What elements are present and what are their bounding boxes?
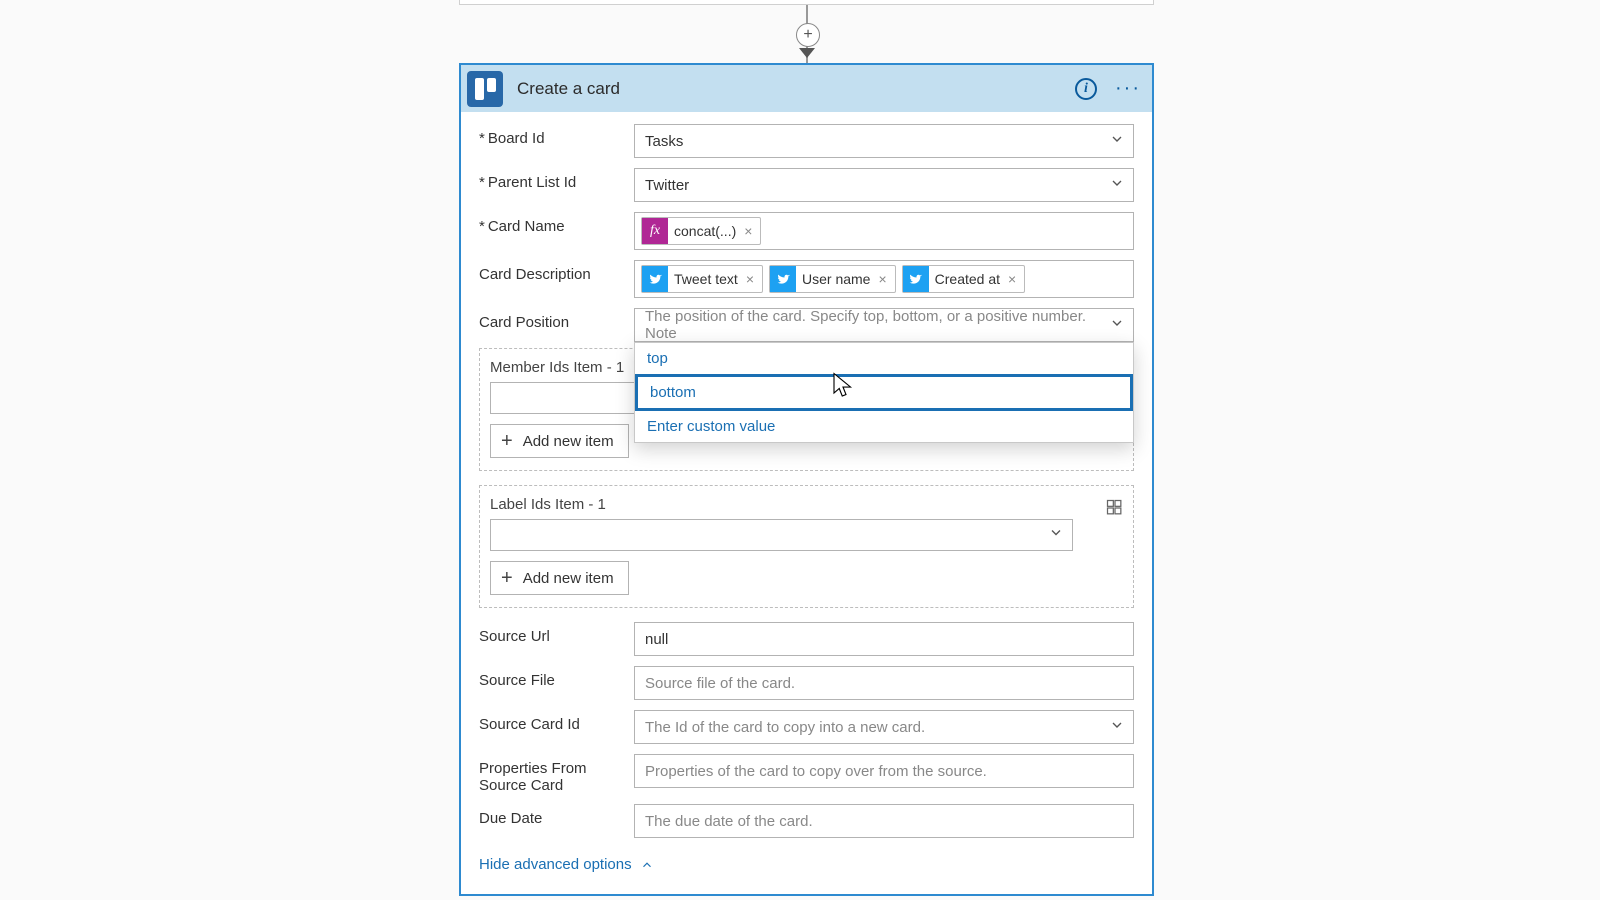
twitter-icon — [770, 266, 796, 292]
row-parent-list-id: Parent List Id Twitter — [479, 168, 1134, 202]
label-props-from-source: Properties From Source Card — [479, 754, 634, 794]
add-item-label: Add new item — [523, 570, 614, 587]
chevron-down-icon — [1109, 717, 1125, 737]
label-source-card-id: Source Card Id — [479, 710, 634, 733]
chevron-down-icon — [1109, 175, 1125, 195]
remove-token-icon[interactable]: × — [742, 271, 758, 287]
switch-array-icon[interactable] — [1103, 496, 1127, 520]
connector-arrow-icon — [799, 48, 815, 58]
input-card-name[interactable]: fx concat(...) × — [634, 212, 1134, 250]
row-source-url: Source Url null — [479, 622, 1134, 656]
add-label-item-button[interactable]: + Add new item — [490, 561, 629, 595]
row-card-name: Card Name fx concat(...) × — [479, 212, 1134, 250]
trello-icon — [467, 71, 503, 107]
chevron-down-icon — [1109, 315, 1125, 335]
fx-icon: fx — [642, 218, 668, 244]
select-card-position-placeholder: The position of the card. Specify top, b… — [645, 308, 1103, 342]
input-source-url[interactable]: null — [634, 622, 1134, 656]
select-source-card-id[interactable]: The Id of the card to copy into a new ca… — [634, 710, 1134, 744]
add-step-button[interactable]: + — [796, 23, 820, 47]
row-due-date: Due Date The due date of the card. — [479, 804, 1134, 838]
label-card-position: Card Position — [479, 308, 634, 331]
input-source-file-placeholder: Source file of the card. — [645, 675, 795, 692]
plus-icon: + — [501, 431, 513, 451]
label-card-name: Card Name — [479, 212, 634, 235]
token-user-name[interactable]: User name × — [769, 265, 896, 293]
label-due-date: Due Date — [479, 804, 634, 827]
select-parent-list-id-value: Twitter — [645, 177, 689, 194]
option-top[interactable]: top — [635, 343, 1133, 374]
twitter-icon — [642, 266, 668, 292]
input-props-from-source[interactable]: Properties of the card to copy over from… — [634, 754, 1134, 788]
remove-token-icon[interactable]: × — [740, 223, 756, 239]
token-created-at[interactable]: Created at × — [902, 265, 1026, 293]
label-card-description: Card Description — [479, 260, 634, 283]
label-source-url: Source Url — [479, 622, 634, 645]
info-icon: i — [1075, 78, 1097, 100]
card-header[interactable]: Create a card i ··· — [461, 65, 1152, 112]
plus-icon: + — [501, 568, 513, 588]
row-source-card-id: Source Card Id The Id of the card to cop… — [479, 710, 1134, 744]
input-due-date-placeholder: The due date of the card. — [645, 813, 813, 830]
select-board-id[interactable]: Tasks — [634, 124, 1134, 158]
row-card-position: Card Position The position of the card. … — [479, 308, 1134, 342]
input-source-url-value: null — [645, 631, 668, 648]
select-card-position[interactable]: The position of the card. Specify top, b… — [634, 308, 1134, 342]
group-label-ids: Label Ids Item - 1 + Add new item — [479, 485, 1134, 608]
remove-token-icon[interactable]: × — [874, 271, 890, 287]
more-button[interactable]: ··· — [1114, 75, 1142, 103]
option-enter-custom[interactable]: Enter custom value — [635, 411, 1133, 442]
chevron-down-icon — [1109, 131, 1125, 151]
hide-advanced-toggle[interactable]: Hide advanced options — [479, 856, 654, 873]
token-text: User name — [802, 271, 874, 287]
select-parent-list-id[interactable]: Twitter — [634, 168, 1134, 202]
card-title: Create a card — [517, 79, 1058, 99]
label-label-ids: Label Ids Item - 1 — [490, 496, 1123, 513]
info-button[interactable]: i — [1072, 75, 1100, 103]
label-parent-list-id: Parent List Id — [479, 168, 634, 191]
row-props-from-source: Properties From Source Card Properties o… — [479, 754, 1134, 794]
input-due-date[interactable]: The due date of the card. — [634, 804, 1134, 838]
input-props-from-source-placeholder: Properties of the card to copy over from… — [645, 763, 987, 780]
row-card-description: Card Description Tweet text × User name … — [479, 260, 1134, 298]
label-board-id: Board Id — [479, 124, 634, 147]
select-source-card-id-placeholder: The Id of the card to copy into a new ca… — [645, 719, 925, 736]
select-label-ids[interactable] — [490, 519, 1073, 551]
token-text: Created at — [935, 271, 1004, 287]
create-card-action: Create a card i ··· Board Id Tasks Paren… — [459, 63, 1154, 896]
token-text: Tweet text — [674, 271, 742, 287]
chevron-down-icon — [1048, 525, 1064, 546]
token-text: concat(...) — [674, 223, 740, 239]
hide-advanced-label: Hide advanced options — [479, 856, 632, 873]
label-source-file: Source File — [479, 666, 634, 689]
row-board-id: Board Id Tasks — [479, 124, 1134, 158]
add-member-item-button[interactable]: + Add new item — [490, 424, 629, 458]
option-bottom[interactable]: bottom — [635, 374, 1133, 411]
card-position-dropdown: top bottom Enter custom value — [634, 342, 1134, 443]
token-fx-concat[interactable]: fx concat(...) × — [641, 217, 761, 245]
input-card-description[interactable]: Tweet text × User name × Created at × — [634, 260, 1134, 298]
card-body: Board Id Tasks Parent List Id Twitter Ca… — [461, 112, 1152, 894]
remove-token-icon[interactable]: × — [1004, 271, 1020, 287]
input-source-file[interactable]: Source file of the card. — [634, 666, 1134, 700]
row-source-file: Source File Source file of the card. — [479, 666, 1134, 700]
select-board-id-value: Tasks — [645, 133, 683, 150]
ellipsis-icon: ··· — [1115, 77, 1141, 100]
token-tweet-text[interactable]: Tweet text × — [641, 265, 763, 293]
add-item-label: Add new item — [523, 433, 614, 450]
chevron-up-icon — [640, 858, 654, 872]
twitter-icon — [903, 266, 929, 292]
